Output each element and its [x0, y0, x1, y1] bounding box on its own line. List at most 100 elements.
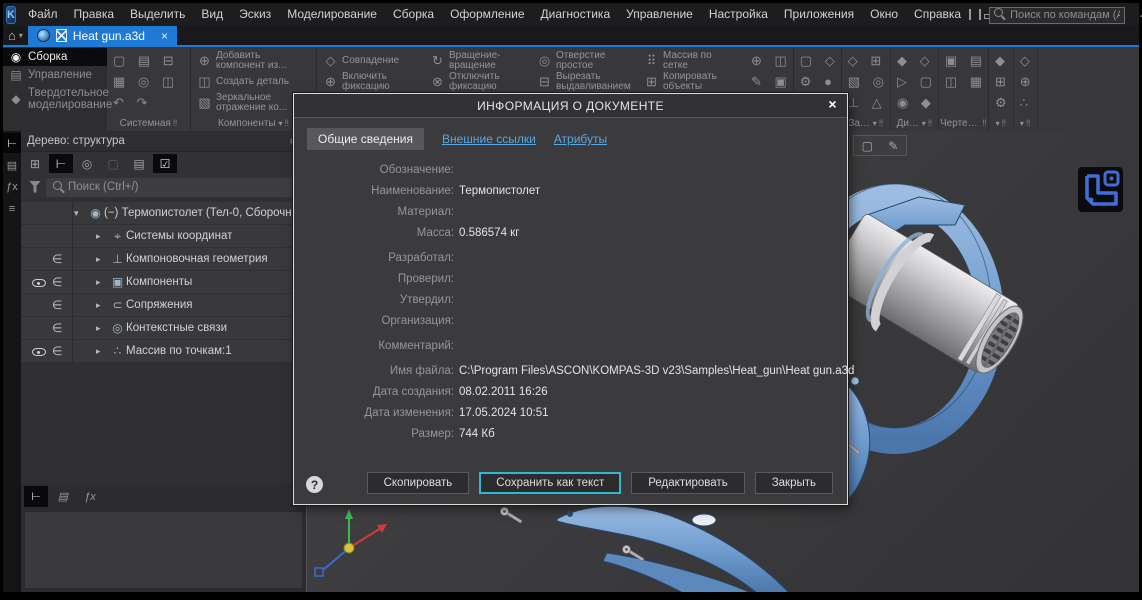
ribbon-command[interactable]: ◫ Создать деталь	[197, 71, 310, 92]
group-pin-icon[interactable]: ‼	[928, 118, 933, 128]
group-caret-icon[interactable]: ▾	[1020, 119, 1024, 128]
ribbon-command[interactable]: ↻ Вращение-вращение	[430, 50, 525, 71]
dialog-button[interactable]: Скопировать	[367, 472, 470, 494]
tree-toolbar-icon[interactable]: ▤	[127, 154, 151, 173]
tree-toolbar-icon[interactable]: ▢	[101, 154, 125, 173]
ribbon-command[interactable]: ◎ Отверстие простое	[537, 50, 632, 71]
menu-item[interactable]: Эскиз	[231, 3, 279, 26]
menu-item[interactable]: Правка	[65, 3, 122, 26]
expand-arrow-icon[interactable]: ▸	[96, 346, 109, 357]
tree-item[interactable]: ∈ ▸ ⊥ Компоновочная геометрия	[21, 248, 305, 271]
ribbon-icon-group[interactable]: ◇ ⊕ ∴ ▾‼	[1014, 47, 1038, 131]
menu-item[interactable]: Настройка	[701, 3, 776, 26]
dialog-tab[interactable]: Общие сведения	[307, 128, 424, 150]
ribbon-command[interactable]: ⊗ Отключить фиксацию	[430, 71, 525, 92]
filter-funnel-icon[interactable]	[29, 181, 41, 193]
ribbon-command[interactable]: ⊕ Добавить компонент из...	[197, 50, 310, 71]
eyedropper-icon[interactable]: ✎	[888, 139, 898, 153]
ribbon-command[interactable]: ⠿ Массив по сетке	[644, 50, 739, 71]
tree-item[interactable]: ∈ ▸ ∴ Массив по точкам:1	[21, 340, 305, 363]
ribbon-icon-group[interactable]: ◇ ⊞ ▧ ◎ ⊥ △ За… ▾‼	[842, 47, 891, 131]
secondary-panel-tab[interactable]: ⊢	[24, 486, 48, 507]
dialog-button[interactable]: Редактировать	[631, 472, 744, 494]
help-icon[interactable]: ?	[306, 476, 323, 493]
group-pin-icon[interactable]: ‼	[173, 118, 178, 128]
tree-item[interactable]: ∈ ▸ ▣ Компоненты	[21, 271, 305, 294]
group-pin-icon[interactable]: ‼	[879, 118, 884, 128]
ribbon-command[interactable]: ⊕ Включить фиксацию	[323, 71, 418, 92]
visibility-eye-icon[interactable]	[32, 348, 46, 356]
menu-item[interactable]: Моделирование	[279, 3, 385, 26]
dialog-tab[interactable]: Атрибуты	[554, 132, 607, 146]
menu-item[interactable]: Диагностика	[533, 3, 619, 26]
ribbon-command[interactable]: ◇ Совпадение	[323, 50, 418, 71]
icon-grid[interactable]: ▣ ▤ ◫ ▦	[945, 50, 982, 92]
dialog-title-bar[interactable]: ИНФОРМАЦИЯ О ДОКУМЕНТЕ ×	[294, 94, 847, 118]
menu-item[interactable]: Сборка	[385, 3, 442, 26]
icon-grid[interactable]: ◆ ◇ ▷ ▢ ◉ ◆	[897, 50, 932, 113]
menu-item[interactable]: Управление	[618, 3, 701, 26]
menu-item[interactable]: Справка	[906, 3, 969, 26]
side-strip-icon[interactable]: ⊢	[3, 133, 21, 153]
menu-item[interactable]: Файл	[20, 3, 66, 26]
secondary-panel-tab[interactable]: ▤	[51, 486, 75, 507]
group-pin-icon[interactable]: ‼	[1026, 118, 1031, 128]
ribbon-panel-tab[interactable]: ▤ Управление	[3, 66, 107, 84]
expand-arrow-icon[interactable]: ▸	[96, 323, 109, 334]
app-logo-icon[interactable]: K	[6, 6, 16, 24]
tab-close-icon[interactable]: ×	[161, 29, 168, 43]
group-caret-icon[interactable]: ▾	[996, 119, 1000, 128]
secondary-panel-tab[interactable]: ƒx	[78, 486, 102, 507]
menu-item[interactable]: Выделить	[122, 3, 193, 26]
expand-arrow-icon[interactable]: ▸	[96, 231, 109, 242]
expand-arrow-icon[interactable]: ▸	[96, 254, 109, 265]
tree-item[interactable]: ∈ ▸ ◎ Контекстные связи	[21, 317, 305, 340]
tree-item[interactable]: ∈ ▸ ⊂ Сопряжения	[21, 294, 305, 317]
icon-grid[interactable]: ◇ ⊞ ▧ ◎ ⊥ △	[848, 50, 884, 113]
expand-arrow-icon[interactable]: ▸	[96, 300, 109, 311]
tree-toolbar-icon[interactable]: ⊞	[23, 154, 47, 173]
group-pin-icon[interactable]: ‼	[284, 118, 289, 128]
expand-arrow-icon[interactable]: ▸	[96, 277, 109, 288]
document-tab-active[interactable]: Heat gun.a3d ×	[28, 26, 177, 45]
tree-toolbar-icon[interactable]: ⊢	[49, 154, 73, 173]
side-strip-icon[interactable]: ƒx	[3, 177, 21, 197]
ribbon-icon-group[interactable]: ▣ ▤ ◫ ▦ Черте… ‼	[939, 47, 989, 131]
group-caret-icon[interactable]: ▾	[922, 119, 926, 128]
dialog-close-icon[interactable]: ×	[828, 96, 837, 112]
side-strip-icon[interactable]: ▤	[3, 155, 21, 175]
menu-item[interactable]: Окно	[862, 3, 906, 26]
expand-arrow-icon[interactable]: ▾	[74, 208, 87, 219]
ribbon-command[interactable]: ⊟ Вырезать выдавливанием	[537, 71, 632, 92]
ribbon-command[interactable]: ⊞ Копировать объекты	[644, 71, 739, 92]
menu-item[interactable]: Приложения	[776, 3, 862, 26]
ribbon-panel-tab[interactable]: ◉ Сборка	[3, 48, 107, 66]
menu-item[interactable]: Вид	[193, 3, 231, 26]
component-preview-icon[interactable]	[1078, 167, 1123, 212]
icon-grid[interactable]: ◇ ⊕ ∴	[1020, 50, 1031, 113]
dialog-button[interactable]: Закрыть	[755, 472, 833, 494]
tree-toolbar-icon[interactable]: ◎	[75, 154, 99, 173]
ribbon-icon-group[interactable]: ◆ ◇ ▷ ▢ ◉ ◆ Ди… ▾‼	[891, 47, 939, 131]
tree-search-input[interactable]	[46, 178, 302, 197]
menu-item[interactable]: Оформление	[442, 3, 532, 26]
group-caret-icon[interactable]: ▾	[278, 119, 282, 128]
icon-grid[interactable]: ◆ ⊞ ⚙	[995, 50, 1007, 113]
frame-select-icon[interactable]: ▢	[862, 139, 873, 153]
side-strip-icon[interactable]: ≡	[3, 199, 21, 219]
ribbon-panel-tab[interactable]: ◆ Твердотельное моделирование	[3, 84, 107, 114]
tree-item[interactable]: ▸ ⌖ Системы координат	[21, 225, 305, 248]
ribbon-icon-group[interactable]: ◆ ⊞ ⚙ ▾‼	[989, 47, 1014, 131]
dialog-button[interactable]: Сохранить как текст	[479, 472, 621, 494]
visibility-eye-icon[interactable]	[32, 279, 46, 287]
group-pin-icon[interactable]: ‼	[982, 118, 987, 128]
command-search-input[interactable]	[989, 7, 1125, 24]
tree-toolbar-icon[interactable]: ☑	[153, 154, 177, 173]
home-tab-button[interactable]: ⌂ ▾	[3, 26, 28, 45]
screenshot-icon[interactable]	[979, 9, 981, 20]
dialog-tab[interactable]: Внешние ссылки	[442, 132, 536, 146]
tree-item[interactable]: ▾ ◉ (−) Термопистолет (Тел-0, Сборочных	[21, 202, 305, 225]
home-caret-icon[interactable]: ▾	[19, 31, 23, 40]
group-pin-icon[interactable]: ‼	[1002, 118, 1007, 128]
group-caret-icon[interactable]: ▾	[873, 119, 877, 128]
